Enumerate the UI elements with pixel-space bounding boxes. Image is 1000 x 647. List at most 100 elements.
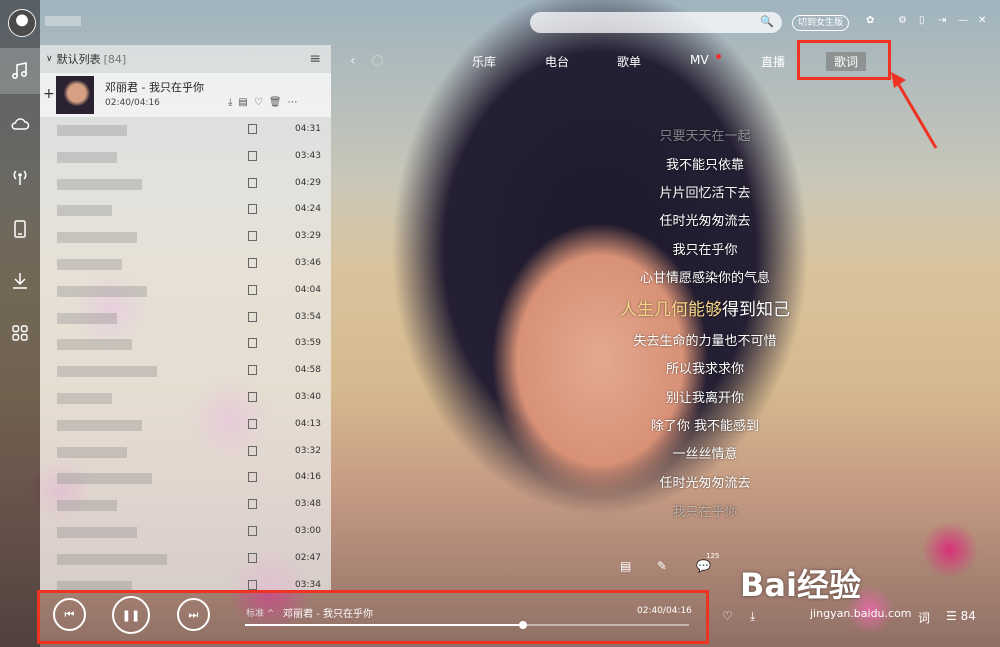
menu-icon[interactable]: ≡ — [309, 51, 321, 67]
exit-mode-icon[interactable]: ⇥ — [938, 15, 946, 26]
playlist-title: 默认列表 — [56, 53, 101, 66]
device-icon — [14, 220, 26, 238]
back-icon[interactable]: ‹ — [350, 53, 356, 69]
player-song-title: 邓丽君 - 我只在乎你 — [283, 609, 373, 620]
list-item[interactable]: 04:13 — [40, 412, 331, 439]
mv-icon[interactable] — [248, 284, 257, 295]
list-item[interactable]: 03:32 — [40, 439, 331, 466]
next-button[interactable]: ⏭ — [177, 598, 210, 631]
download-icon — [13, 273, 27, 289]
song-title-blurred — [57, 446, 127, 458]
mv-icon[interactable] — [248, 525, 257, 536]
mv-icon[interactable] — [248, 257, 257, 268]
list-item[interactable]: 04:04 — [40, 278, 331, 305]
song-duration: 03:29 — [295, 231, 321, 242]
mv-icon[interactable] — [248, 150, 257, 161]
list-item[interactable]: 03:29 — [40, 224, 331, 251]
mv-icon[interactable] — [248, 204, 257, 215]
search-icon[interactable]: 🔍 — [760, 15, 774, 28]
song-duration: 02:47 — [295, 552, 321, 563]
heart-icon[interactable]: ♡ — [254, 97, 263, 108]
sidebar-item-cloud[interactable] — [0, 101, 40, 147]
list-item[interactable]: 03:59 — [40, 331, 331, 358]
mv-icon[interactable]: ▤ — [238, 97, 247, 108]
mv-icon[interactable] — [248, 579, 257, 590]
list-item[interactable]: 04:31 — [40, 117, 331, 144]
skin-icon[interactable]: ✿ — [866, 15, 874, 26]
tab-mv[interactable]: MV — [690, 53, 709, 67]
song-title-blurred — [57, 232, 137, 244]
lyric-toggle-button[interactable]: 词 — [918, 609, 930, 626]
progress-handle[interactable] — [518, 621, 527, 629]
add-icon[interactable]: + — [43, 86, 55, 102]
playlist-header[interactable]: ∨ 默认列表 [84] ≡ — [40, 45, 331, 73]
sidebar-item-music[interactable] — [0, 48, 40, 94]
more-icon[interactable]: ⋯ — [288, 97, 298, 108]
tab-library[interactable]: 乐库 — [472, 53, 496, 70]
comment-icon[interactable]: 💬 125 — [696, 552, 719, 573]
lyric-line: 所以我求求你 — [665, 362, 744, 377]
previous-button[interactable]: ⏮ — [53, 598, 86, 631]
mv-icon[interactable] — [248, 445, 257, 456]
mv-icon[interactable] — [248, 499, 257, 510]
sidebar-item-radio[interactable] — [0, 154, 40, 200]
download-icon[interactable]: ⤓ — [228, 97, 232, 108]
tab-radio[interactable]: 电台 — [545, 53, 569, 70]
tab-playlists[interactable]: 歌单 — [617, 53, 641, 70]
quality-selector[interactable]: 标准 ^ — [246, 606, 274, 619]
list-item[interactable]: 04:24 — [40, 197, 331, 224]
tab-live[interactable]: 直播 — [761, 53, 785, 70]
mv-icon[interactable] — [248, 365, 257, 376]
song-duration: 04:31 — [295, 124, 321, 134]
delete-icon[interactable]: 🗑 — [269, 97, 282, 108]
mv-icon[interactable] — [248, 391, 257, 402]
song-title-blurred — [57, 339, 132, 351]
mini-mode-icon[interactable]: ▯ — [919, 15, 925, 26]
list-item[interactable]: 03:46 — [40, 251, 331, 278]
song-title-blurred — [57, 580, 132, 590]
sidebar-item-device[interactable] — [0, 206, 40, 252]
lyric-line: 除了你 我不能感到 — [650, 419, 760, 434]
list-item[interactable]: 04:16 — [40, 465, 331, 492]
avatar[interactable] — [8, 9, 36, 37]
minimize-icon[interactable]: — — [958, 15, 968, 26]
mv-icon[interactable] — [248, 177, 257, 188]
list-item[interactable]: 02:47 — [40, 546, 331, 573]
switch-version-button[interactable]: 切到女生版 — [792, 15, 850, 31]
download-icon[interactable]: ⤓ — [750, 609, 755, 624]
cloud-icon — [11, 118, 30, 130]
now-playing-row[interactable]: + 邓丽君 - 我只在乎你 02:40/04:16 ⤓ ▤ ♡ 🗑 ⋯ — [40, 73, 331, 117]
gear-icon[interactable]: ⚙ — [898, 15, 907, 26]
sidebar-item-apps[interactable] — [0, 310, 40, 356]
mv-icon[interactable] — [248, 338, 257, 349]
mv-icon[interactable] — [248, 124, 257, 134]
list-item[interactable]: 04:29 — [40, 171, 331, 198]
list-item[interactable]: 03:34 — [40, 573, 331, 590]
list-item[interactable]: 03:54 — [40, 305, 331, 332]
apps-icon — [12, 325, 28, 341]
playlist-toggle-button[interactable]: ☰ 84 — [946, 609, 976, 623]
mv-icon[interactable] — [248, 311, 257, 322]
progress-bar[interactable] — [245, 621, 689, 629]
list-item[interactable]: 03:43 — [40, 144, 331, 171]
mv-icon[interactable]: ▤ — [620, 559, 631, 573]
heart-icon[interactable]: ♡ — [722, 609, 733, 623]
close-icon[interactable]: ✕ — [978, 15, 986, 26]
pause-button[interactable]: ❚❚ — [112, 596, 150, 634]
song-title-blurred — [57, 473, 152, 485]
sidebar-item-download[interactable] — [0, 258, 40, 304]
song-title-blurred — [57, 366, 157, 378]
refresh-icon[interactable] — [372, 55, 383, 66]
list-item[interactable]: 03:48 — [40, 492, 331, 519]
mv-icon[interactable] — [248, 472, 257, 483]
playlist-count: [84] — [103, 52, 127, 66]
list-item[interactable]: 04:58 — [40, 358, 331, 385]
next-icon: ⏭ — [188, 607, 199, 621]
list-item[interactable]: 03:00 — [40, 519, 331, 546]
mv-icon[interactable] — [248, 552, 257, 563]
search-input[interactable]: 🔍 — [530, 12, 782, 33]
pen-icon[interactable]: ✎ — [657, 559, 667, 573]
mv-icon[interactable] — [248, 418, 257, 429]
list-item[interactable]: 03:40 — [40, 385, 331, 412]
mv-icon[interactable] — [248, 231, 257, 242]
